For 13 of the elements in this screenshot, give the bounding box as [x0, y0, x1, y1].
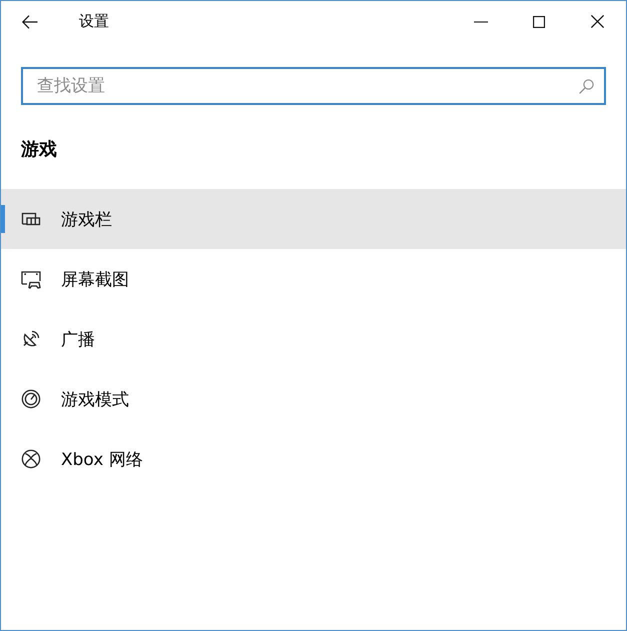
gauge-icon — [21, 389, 41, 409]
maximize-icon — [533, 16, 545, 28]
arrow-left-icon — [22, 14, 38, 28]
window-title: 设置 — [79, 11, 109, 32]
search-field[interactable]: 查找设置 — [21, 67, 606, 105]
minimize-icon — [474, 20, 488, 22]
screen-gamepad-icon — [21, 269, 41, 289]
circle-x-icon — [21, 449, 41, 469]
search-icon — [579, 79, 594, 94]
section-heading: 游戏 — [21, 138, 57, 162]
close-icon — [590, 15, 604, 28]
nav-item[interactable]: 游戏栏 — [1, 189, 626, 249]
satellite-dish-icon — [21, 329, 41, 349]
